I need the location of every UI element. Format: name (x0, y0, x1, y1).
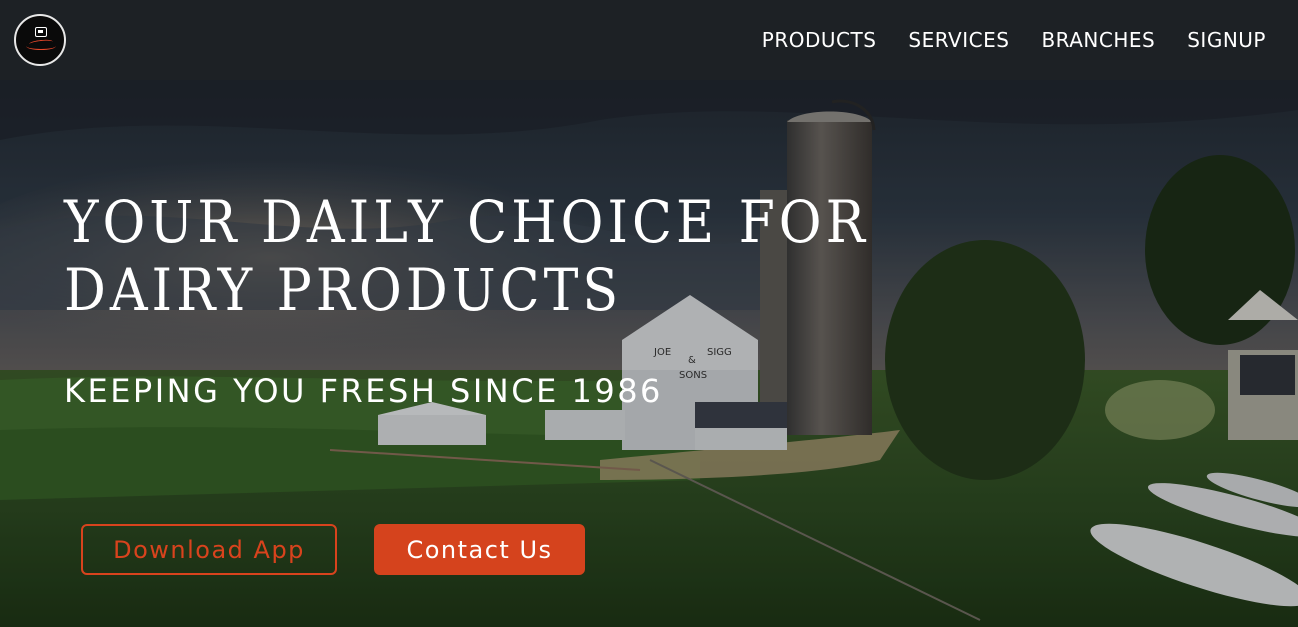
cup-icon (35, 27, 47, 37)
nav-links: PRODUCTS SERVICES BRANCHES SIGNUP (762, 28, 1266, 52)
hero-title: YOUR DAILY CHOICE FOR DAIRY PRODUCTS (64, 188, 869, 324)
hero-section: JOE SIGG & SONS YOUR DAILY CHOICE FOR DA… (0, 80, 1298, 627)
nav-link-signup[interactable]: SIGNUP (1187, 28, 1266, 52)
logo-icon[interactable] (14, 14, 66, 66)
top-navbar: PRODUCTS SERVICES BRANCHES SIGNUP (0, 0, 1298, 80)
contact-us-button[interactable]: Contact Us (374, 524, 585, 575)
logo-swash-underline (26, 42, 56, 50)
download-app-button[interactable]: Download App (81, 524, 337, 575)
nav-link-products[interactable]: PRODUCTS (762, 28, 877, 52)
hero-subtitle: KEEPING YOU FRESH SINCE 1986 (64, 372, 663, 410)
nav-link-services[interactable]: SERVICES (908, 28, 1009, 52)
nav-link-branches[interactable]: BRANCHES (1041, 28, 1155, 52)
